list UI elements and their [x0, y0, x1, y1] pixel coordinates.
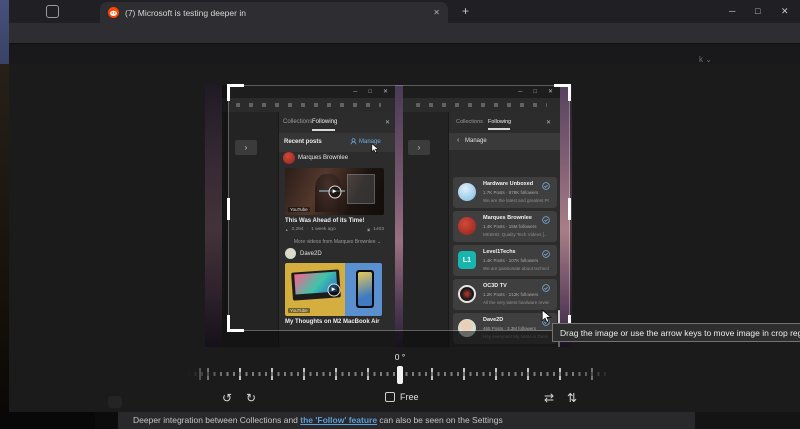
rotate-left-icon[interactable]: ↺: [222, 392, 232, 404]
rotate-right-icon[interactable]: ↻: [246, 392, 256, 404]
window-minimize-icon[interactable]: ─: [729, 6, 735, 16]
tab-actions-icon[interactable]: [46, 5, 59, 18]
footer-dark-right: [695, 412, 800, 429]
crop-handle-right[interactable]: [568, 198, 571, 220]
aspect-ratio-button[interactable]: Free: [385, 392, 419, 402]
window-maximize-icon[interactable]: □: [755, 6, 760, 16]
page-behind-text: Deeper integration between Collections a…: [133, 412, 503, 429]
page-behind-link[interactable]: the 'Follow' feature: [300, 415, 377, 425]
crop-handle-top-right[interactable]: [554, 84, 571, 101]
page-behind-peek: k ⌄: [699, 55, 712, 64]
crop-frame[interactable]: [228, 85, 570, 331]
crop-dim-bottom: [228, 331, 570, 347]
window-close-icon[interactable]: ✕: [781, 6, 789, 17]
editor-canvas: k ⌄ ─ □ ✕ › Collections Fol: [0, 64, 800, 412]
tab-title: (7) Microsoft is testing deeper in: [125, 8, 246, 18]
page-behind-icon: [108, 396, 122, 408]
page-behind-post: can also be seen on the Settings: [377, 415, 503, 425]
flip-horizontal-icon[interactable]: ⇄: [544, 392, 554, 404]
aspect-ratio-label: Free: [400, 392, 419, 402]
mouse-cursor-icon: [541, 309, 552, 324]
screen: (7) Microsoft is testing deeper in ✕ + ─…: [0, 0, 800, 429]
rotation-handle[interactable]: [397, 366, 403, 384]
footer-content: Deeper integration between Collections a…: [118, 412, 695, 429]
tab-close-icon[interactable]: ✕: [433, 8, 440, 17]
address-bar: ← → ↻ ⌂ https://www.reddit.com/r/Microso…: [0, 23, 800, 44]
crop-handle-left[interactable]: [227, 198, 230, 220]
page-behind-pre: Deeper integration between Collections a…: [133, 415, 300, 425]
crop-handle-top-left[interactable]: [227, 84, 244, 101]
page-behind-strip: Deeper integration between Collections a…: [0, 412, 800, 429]
flip-vertical-icon[interactable]: ⇅: [567, 392, 577, 404]
rotation-ruler[interactable]: [188, 366, 612, 384]
browser-tab[interactable]: (7) Microsoft is testing deeper in ✕: [100, 2, 448, 23]
desktop-sliver-top: [0, 0, 9, 64]
crop-dim-left: [205, 85, 228, 347]
reddit-favicon-icon: [108, 7, 119, 18]
editor-toolbar: Save ⌄ │ ↺ Reset ↶ ↷ Crop Adjustment Fil…: [0, 44, 800, 64]
desktop-sliver-bottom: [0, 64, 9, 412]
crop-tooltip: Drag the image or use the arrow keys to …: [552, 323, 800, 342]
crop-handle-bottom-left[interactable]: [227, 315, 244, 332]
aspect-ratio-icon: [385, 392, 395, 402]
footer-dark-left: [0, 412, 95, 429]
window-titlebar: (7) Microsoft is testing deeper in ✕ + ─…: [0, 0, 800, 23]
new-tab-button[interactable]: +: [462, 4, 469, 18]
rotation-angle-label: 0 °: [0, 352, 800, 362]
